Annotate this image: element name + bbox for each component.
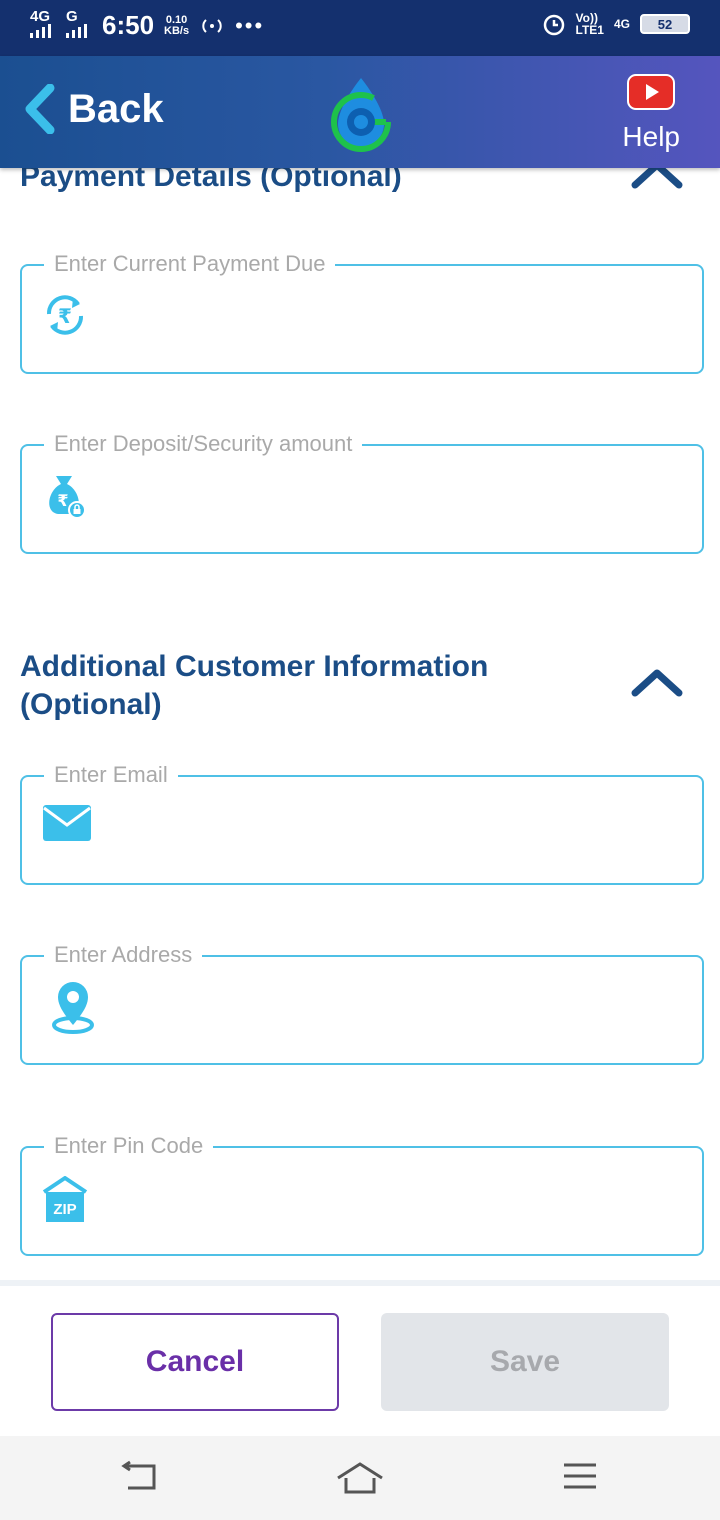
chevron-up-icon[interactable] (630, 168, 684, 190)
current-payment-due-label: Enter Current Payment Due (44, 250, 336, 278)
network-speed: 0.10 KB/s (164, 13, 190, 37)
additional-title-line1: Additional Customer Information (20, 650, 489, 683)
clock: 6:50 (102, 10, 155, 40)
email-label: Enter Email (44, 761, 178, 789)
status-bar: 4G G 6:50 0.10 KB/s ••• Vo)) LTE1 4G 52 (0, 0, 720, 56)
signal-bars-icon (66, 24, 87, 38)
chevron-left-icon (25, 84, 55, 134)
zip-icon-text: ZIP (53, 1201, 76, 1218)
deposit-security-label: Enter Deposit/Security amount (44, 430, 363, 458)
nav-menu-icon[interactable] (562, 1460, 598, 1492)
battery-icon: 52 (640, 14, 690, 34)
signal-bars-icon (30, 24, 51, 38)
more-notifications-icon: ••• (235, 12, 265, 38)
status-left: 4G G 6:50 0.10 KB/s ••• (30, 8, 265, 41)
address-label: Enter Address (44, 941, 203, 969)
water-drop-logo-icon (331, 78, 391, 152)
back-button[interactable]: Back (22, 84, 164, 134)
money-bag-lock-icon: ₹ (49, 476, 86, 518)
pin-code-label: Enter Pin Code (44, 1132, 214, 1160)
svg-text:₹: ₹ (57, 491, 68, 510)
lte-label: LTE1 (575, 23, 604, 37)
location-pin-icon (52, 982, 94, 1034)
zip-house-icon: ZIP (42, 1176, 88, 1222)
svg-text:₹: ₹ (58, 304, 72, 328)
address-field[interactable]: Enter Address (20, 941, 704, 1065)
nav-back-icon[interactable] (120, 1460, 158, 1492)
app-header: Back Help (0, 56, 720, 168)
signal-2: G (66, 8, 92, 41)
network-type-right: 4G (613, 17, 630, 31)
rupee-refresh-icon: ₹ (47, 295, 83, 335)
speed-unit: KB/s (164, 24, 190, 37)
additional-section-title: Additional Customer Information (Optiona… (20, 648, 488, 724)
chevron-up-icon[interactable] (630, 668, 684, 698)
status-right: Vo)) LTE1 4G 52 (542, 12, 690, 36)
save-button[interactable]: Save (381, 1313, 669, 1411)
system-nav-bar (0, 1436, 720, 1520)
alarm-icon (543, 14, 564, 36)
payment-section-title: Payment Details (Optional) (20, 168, 402, 193)
envelope-icon (43, 805, 91, 841)
help-label: Help (622, 121, 680, 152)
form-content[interactable]: Payment Details (Optional) Enter Current… (0, 168, 720, 1280)
cancel-button[interactable]: Cancel (51, 1313, 339, 1411)
speed-value: 0.10 (165, 13, 188, 26)
volte-indicator: Vo)) LTE1 (576, 12, 604, 36)
network-type-1: 4G (30, 8, 51, 25)
email-field[interactable]: Enter Email (20, 761, 704, 885)
back-label: Back (68, 86, 164, 131)
additional-title-line2: (Optional) (20, 688, 162, 721)
help-button[interactable]: Help (622, 74, 680, 153)
youtube-icon (627, 74, 676, 110)
signal-1: 4G (30, 8, 56, 41)
deposit-security-field[interactable]: Enter Deposit/Security amount ₹ (20, 430, 704, 554)
app-logo (328, 76, 394, 157)
current-payment-due-field[interactable]: Enter Current Payment Due ₹ (20, 250, 704, 374)
nav-home-icon[interactable] (336, 1460, 384, 1496)
action-bar: Cancel Save (0, 1280, 720, 1436)
pin-code-field[interactable]: Enter Pin Code ZIP (20, 1132, 704, 1256)
hotspot-icon (202, 18, 222, 33)
network-type-2: G (66, 8, 78, 25)
